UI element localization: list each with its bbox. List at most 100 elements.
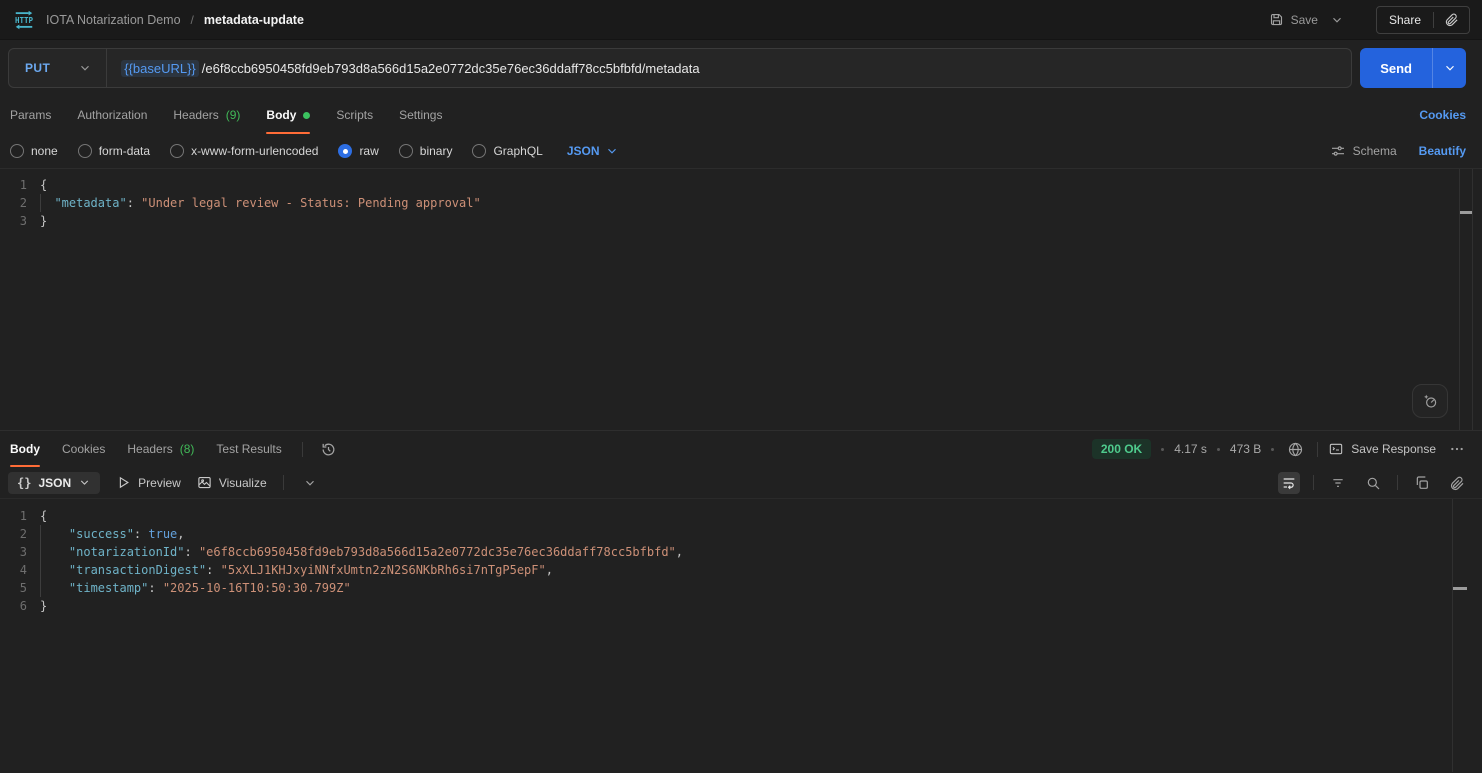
tab-body[interactable]: Body (266, 96, 310, 134)
method-chevron[interactable] (78, 61, 92, 75)
copy-icon (1414, 475, 1430, 491)
breadcrumb-collection[interactable]: IOTA Notarization Demo (46, 13, 181, 27)
radio-icon (399, 144, 413, 158)
response-tab-body[interactable]: Body (10, 431, 40, 467)
scroll-marker[interactable] (1460, 211, 1472, 214)
line-number: 4 (0, 561, 40, 579)
indent-guide (40, 525, 69, 543)
line-number: 3 (0, 212, 40, 230)
braces-icon: {} (17, 476, 31, 490)
tab-scripts[interactable]: Scripts (336, 96, 373, 134)
cookies-link[interactable]: Cookies (1419, 108, 1466, 122)
response-tab-headers[interactable]: Headers(8) (127, 431, 194, 467)
network-info-button[interactable] (1284, 438, 1307, 461)
response-header: Body Cookies Headers(8) Test Results 200… (0, 431, 1482, 467)
request-body-editor[interactable]: 1 { 2 "metadata": "Under legal review - … (0, 168, 1482, 430)
response-history-button[interactable] (317, 438, 340, 461)
more-options-button[interactable] (1446, 438, 1468, 460)
search-icon (1365, 475, 1381, 491)
top-actions: Save Share (1269, 6, 1470, 34)
response-tab-cookies[interactable]: Cookies (62, 431, 105, 467)
tab-params[interactable]: Params (10, 96, 51, 134)
line-number: 1 (0, 507, 40, 525)
scroll-marker[interactable] (1453, 587, 1467, 590)
play-icon (116, 475, 131, 490)
beautify-button[interactable]: Beautify (1419, 144, 1466, 158)
url-variable-chip[interactable]: {{baseURL}} (121, 60, 199, 77)
divider (1317, 442, 1318, 457)
body-type-urlencoded[interactable]: x-www-form-urlencoded (170, 144, 318, 158)
ellipsis-icon (1449, 441, 1465, 457)
code-line: 3 "notarizationId": "e6f8ccb6950458fd9eb… (0, 543, 1482, 561)
link-button[interactable] (1446, 472, 1468, 494)
headers-count: (9) (226, 108, 241, 122)
line-number: 1 (0, 176, 40, 194)
body-type-none[interactable]: none (10, 144, 58, 158)
visualize-button[interactable]: Visualize (197, 475, 267, 490)
body-type-graphql[interactable]: GraphQL (472, 144, 542, 158)
chevron-down-icon (78, 61, 92, 75)
editor-overview-ruler[interactable] (1459, 169, 1473, 430)
request-tabs: Params Authorization Headers(9) Body Scr… (10, 96, 442, 134)
filter-icon (1330, 475, 1346, 491)
response-format-selector[interactable]: {} JSON (8, 472, 100, 494)
tab-headers[interactable]: Headers(9) (173, 96, 240, 134)
method-selector[interactable]: PUT (9, 61, 50, 75)
send-button-group: Send (1360, 48, 1466, 88)
image-icon (197, 475, 212, 490)
divider (283, 475, 284, 490)
save-response-button[interactable]: Save Response (1328, 441, 1436, 457)
indent-guide (40, 579, 69, 597)
breadcrumb-separator: / (191, 13, 194, 27)
word-wrap-button[interactable] (1278, 472, 1300, 494)
preview-button[interactable]: Preview (116, 475, 181, 490)
response-tab-test-results[interactable]: Test Results (216, 431, 281, 467)
share-button[interactable]: Share (1377, 7, 1433, 33)
divider (1397, 475, 1398, 490)
more-views-chevron[interactable] (300, 473, 320, 493)
radio-icon (472, 144, 486, 158)
url-input[interactable]: {{baseURL}} /e6f8ccb6950458fd9eb793d8a56… (107, 60, 1351, 77)
copy-button[interactable] (1411, 472, 1433, 494)
radio-icon (170, 144, 184, 158)
word-wrap-icon (1281, 475, 1297, 491)
code-line: 2 "success": true, (0, 525, 1482, 543)
indent-guide (40, 543, 69, 561)
url-path: /e6f8ccb6950458fd9eb793d8a566d15a2e0772d… (202, 61, 700, 76)
body-type-form-data[interactable]: form-data (78, 144, 150, 158)
save-options-chevron[interactable] (1328, 11, 1346, 29)
search-button[interactable] (1362, 472, 1384, 494)
link-icon (1444, 12, 1459, 27)
body-type-binary[interactable]: binary (399, 144, 453, 158)
dot-separator (1271, 448, 1274, 451)
line-number: 5 (0, 579, 40, 597)
dot-separator (1217, 448, 1220, 451)
editor-overview-ruler[interactable] (1452, 499, 1480, 772)
tab-authorization[interactable]: Authorization (77, 96, 147, 134)
postbot-button[interactable] (1412, 384, 1448, 418)
body-type-options: none form-data x-www-form-urlencoded raw… (10, 144, 619, 158)
indent-guide (40, 561, 69, 579)
schema-button[interactable]: Schema (1330, 143, 1397, 159)
save-label: Save (1291, 13, 1318, 27)
radio-icon (78, 144, 92, 158)
save-button[interactable]: Save (1269, 12, 1318, 27)
line-number: 2 (0, 525, 40, 543)
breadcrumb-request-name[interactable]: metadata-update (204, 13, 304, 27)
response-tabs: Body Cookies Headers(8) Test Results (10, 431, 282, 467)
chevron-down-icon (605, 144, 619, 158)
send-options-chevron[interactable] (1432, 48, 1466, 88)
send-button[interactable]: Send (1360, 48, 1432, 88)
copy-link-button[interactable] (1434, 7, 1469, 33)
response-body-viewer: 1 { 2 "success": true, 3 "notarizationId… (0, 499, 1482, 772)
http-request-icon: HTTP (12, 8, 36, 32)
response-size: 473 B (1230, 442, 1261, 456)
body-type-raw[interactable]: raw (338, 144, 378, 158)
filter-button[interactable] (1327, 472, 1349, 494)
code-line: 3 } (0, 212, 1482, 230)
language-selector[interactable]: JSON (567, 144, 619, 158)
save-response-icon (1328, 441, 1344, 457)
chevron-down-icon (303, 476, 317, 490)
status-badge: 200 OK (1092, 439, 1151, 459)
tab-settings[interactable]: Settings (399, 96, 442, 134)
